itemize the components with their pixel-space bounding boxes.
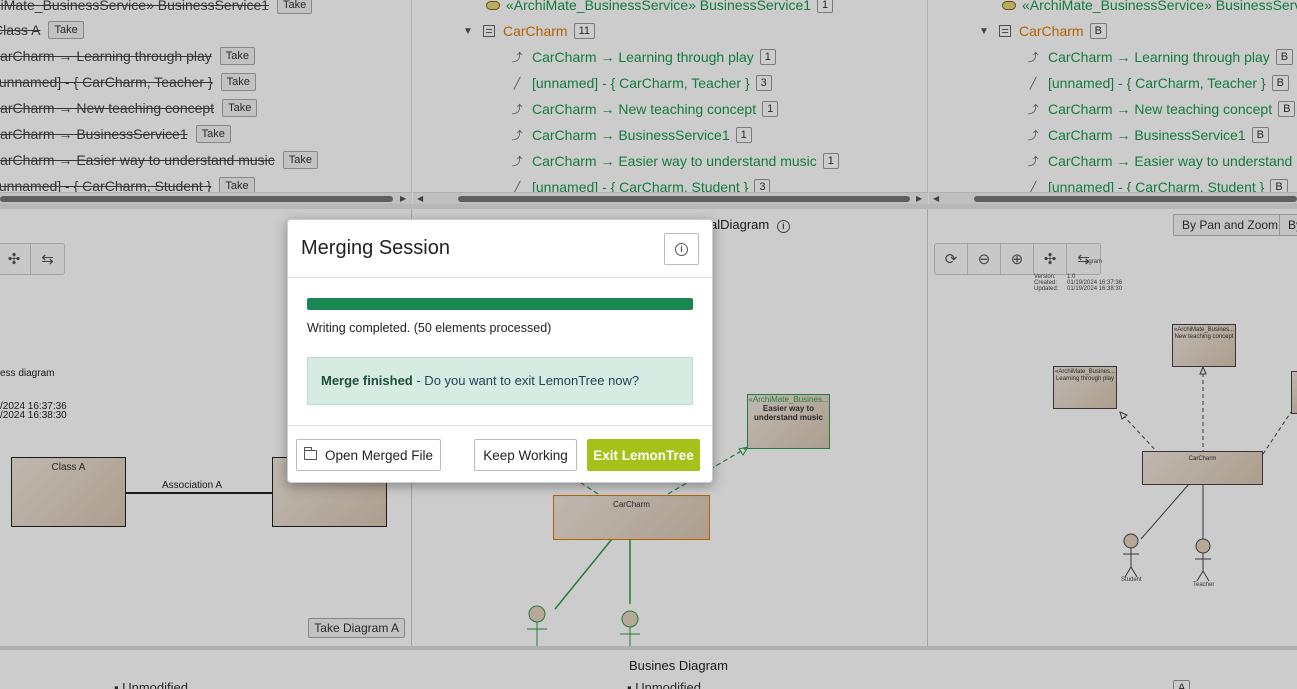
- keep-working-button[interactable]: Keep Working: [474, 439, 577, 471]
- open-merged-file-label: Open Merged File: [324, 447, 434, 463]
- progress-status: Writing completed. (50 elements processe…: [307, 321, 552, 335]
- alert-text: - Do you want to exit LemonTree now?: [412, 373, 640, 388]
- alert-title: Merge finished: [321, 373, 413, 388]
- info-icon: i: [675, 242, 688, 256]
- exit-lemontree-button[interactable]: Exit LemonTree: [587, 439, 700, 471]
- progress-fill: [307, 298, 693, 310]
- info-button[interactable]: i: [664, 233, 699, 265]
- dialog-header: Merging Session i: [288, 220, 712, 278]
- open-merged-file-button[interactable]: Open Merged File: [296, 439, 441, 471]
- dialog-title: Merging Session: [301, 237, 450, 259]
- merging-session-dialog: Merging Session i Writing completed. (50…: [287, 219, 713, 483]
- folder-icon: [303, 447, 317, 460]
- dialog-footer: Open Merged File Keep Working Exit Lemon…: [288, 425, 712, 484]
- progress-bar: [307, 298, 693, 310]
- merge-finished-alert: Merge finished - Do you want to exit Lem…: [307, 357, 693, 405]
